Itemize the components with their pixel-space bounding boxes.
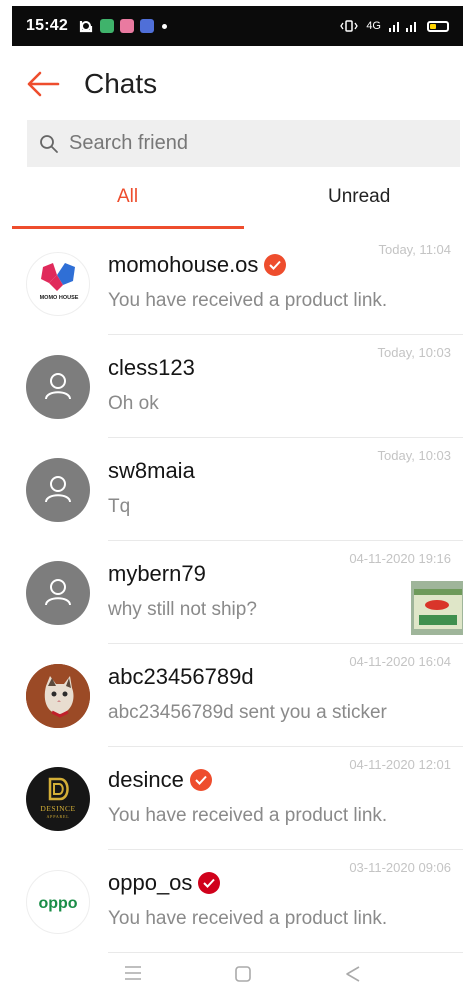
chat-name: sw8maia: [108, 458, 195, 484]
chat-name-text: momohouse.os: [108, 252, 259, 277]
search-bar[interactable]: [27, 120, 460, 167]
chat-name: oppo_os: [108, 870, 221, 896]
chat-timestamp: 04-11-2020 19:16: [349, 551, 451, 566]
chat-name: mybern79: [108, 561, 206, 587]
chat-item[interactable]: DESINCE APPAREL desince You have receive…: [0, 747, 463, 850]
system-nav-bar: [0, 955, 463, 997]
avatar: [26, 355, 90, 419]
app-pink-icon: [119, 19, 134, 33]
back-arrow-icon[interactable]: [26, 70, 60, 98]
chat-timestamp: Today, 10:03: [377, 448, 451, 463]
search-input[interactable]: [67, 131, 431, 156]
chat-item[interactable]: oppo oppo_os You have received a product…: [0, 850, 463, 953]
chat-name: cless123: [108, 355, 195, 381]
default-user-icon: [45, 579, 71, 606]
chat-item[interactable]: sw8maia Tq Today, 10:03: [0, 438, 463, 541]
chat-name: momohouse.os: [108, 252, 287, 278]
notification-icons: [78, 18, 167, 34]
oppo-logo-text: oppo: [38, 895, 77, 912]
app-green-icon: [99, 19, 114, 33]
vibrate-icon: [340, 20, 359, 32]
desince-logo-icon: DESINCE APPAREL: [40, 777, 75, 819]
app-blue-icon: [139, 19, 154, 33]
chat-timestamp: 04-11-2020 16:04: [349, 654, 451, 669]
default-user-icon: [45, 476, 71, 503]
network-type-label: 4G: [366, 20, 381, 32]
chat-timestamp: Today, 10:03: [377, 345, 451, 360]
chat-name-text: sw8maia: [108, 458, 195, 483]
divider: [108, 952, 463, 953]
tab-bar: All Unread: [0, 176, 463, 230]
verified-icon: [264, 254, 287, 276]
status-time: 15:42: [26, 17, 68, 34]
chat-list: MOMO HOUSE momohouse.os You have receive…: [0, 232, 463, 953]
chat-item[interactable]: mybern79 why still not ship? 04-11-2020 …: [0, 541, 463, 644]
chat-item[interactable]: MOMO HOUSE momohouse.os You have receive…: [0, 232, 463, 335]
default-user-icon: [45, 373, 71, 400]
chat-preview: You have received a product link.: [108, 290, 388, 311]
product-box-image: [411, 581, 463, 635]
avatar: DESINCE APPAREL: [26, 767, 90, 831]
chat-item[interactable]: cless123 Oh ok Today, 10:03: [0, 335, 463, 438]
avatar: [26, 664, 90, 728]
chat-name-text: oppo_os: [108, 870, 193, 895]
chat-preview: abc23456789d sent you a sticker: [108, 702, 387, 723]
menu-icon[interactable]: [124, 965, 142, 981]
battery-icon: [427, 20, 449, 32]
official-icon: [198, 872, 221, 894]
chat-preview: You have received a product link.: [108, 908, 388, 929]
desince-logo-text: DESINCE: [40, 804, 75, 813]
oppo-logo-icon: oppo: [38, 895, 77, 912]
signal-icon: [389, 22, 416, 32]
avatar: [26, 458, 90, 522]
page-title: Chats: [84, 68, 158, 99]
active-tab-indicator: [12, 226, 244, 229]
chat-name-text: mybern79: [108, 561, 206, 586]
verified-icon: [189, 769, 212, 791]
tab-unread[interactable]: Unread: [328, 186, 390, 208]
chat-preview: Oh ok: [108, 393, 159, 414]
chat-timestamp: Today, 11:04: [378, 242, 451, 257]
chat-timestamp: 03-11-2020 09:06: [349, 860, 451, 875]
chat-preview: why still not ship?: [108, 599, 257, 620]
avatar: MOMO HOUSE: [26, 252, 90, 316]
chat-preview: You have received a product link.: [108, 805, 388, 826]
chat-preview: Tq: [108, 496, 131, 517]
chat-name: abc23456789d: [108, 664, 254, 690]
chat-name-text: abc23456789d: [108, 664, 254, 689]
chat-name: desince: [108, 767, 212, 793]
more-notifications-icon: [161, 23, 167, 29]
status-bar: 15:42 4G: [12, 6, 463, 46]
momohouse-logo-icon: MOMO HOUSE: [40, 263, 79, 301]
chat-timestamp: 04-11-2020 12:01: [349, 757, 451, 772]
search-icon: [40, 134, 58, 153]
header: Chats: [0, 52, 463, 116]
chat-name-text: cless123: [108, 355, 195, 380]
avatar: oppo: [26, 870, 90, 934]
avatar: [26, 561, 90, 625]
tab-all[interactable]: All: [117, 186, 138, 208]
chat-item[interactable]: abc23456789d abc23456789d sent you a sti…: [0, 644, 463, 747]
product-thumbnail[interactable]: [411, 581, 463, 635]
momohouse-logo-text: MOMO HOUSE: [40, 295, 79, 301]
back-triangle-icon[interactable]: [344, 965, 362, 983]
cat-photo-icon: [26, 664, 90, 728]
home-icon[interactable]: [234, 965, 252, 983]
chat-name-text: desince: [108, 767, 184, 792]
sync-icon: [79, 21, 93, 33]
desince-logo-subtext: APPAREL: [46, 814, 69, 819]
